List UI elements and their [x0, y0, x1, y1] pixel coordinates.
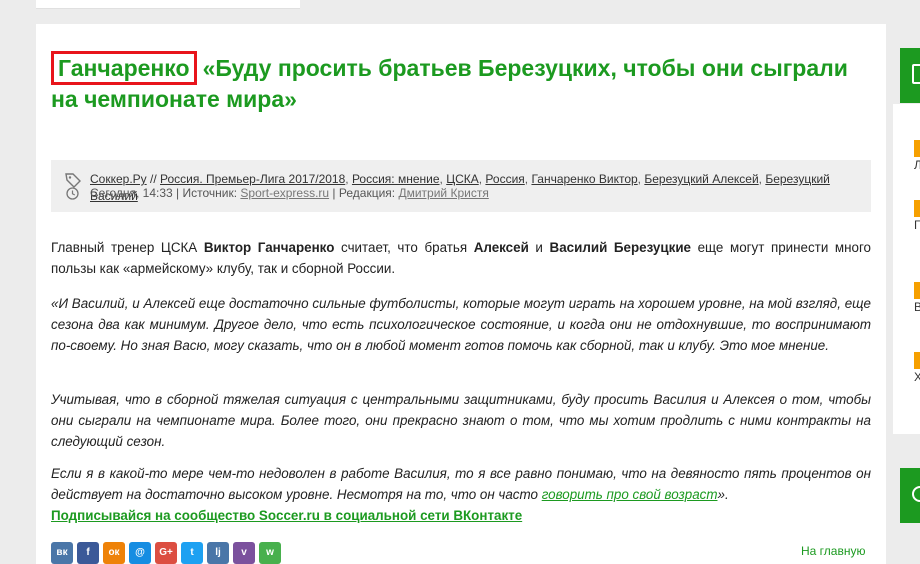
news-text: Г [914, 218, 920, 232]
odnoklassniki-icon[interactable]: ок [103, 542, 125, 564]
google-plus-icon[interactable]: G+ [155, 542, 177, 564]
share-bar: вк f ок @ G+ t lj v w [51, 542, 285, 564]
circle-icon [912, 486, 920, 502]
vk-subscribe-link[interactable]: Подписывайся на сообщество Soccer.ru в с… [51, 505, 522, 526]
text-span: Если я в какой-то мере чем-то недоволен … [51, 466, 871, 502]
vk-icon[interactable]: вк [51, 542, 73, 564]
paragraph-intro: Главный тренер ЦСКА Виктор Ганчаренко сч… [51, 237, 871, 279]
sidebar-widget-top[interactable] [900, 48, 920, 103]
news-text: Х [914, 370, 920, 384]
whatsapp-icon[interactable]: w [259, 542, 281, 564]
sidebar-news: Л Г В Х [893, 104, 920, 434]
sidebar-widget-bottom[interactable] [900, 468, 920, 523]
bold-name: Виктор Ганчаренко [203, 240, 335, 255]
age-link[interactable]: говорить про свой возраст [542, 487, 718, 502]
twitter-icon[interactable]: t [181, 542, 203, 564]
text-span: считает, что братья [334, 240, 474, 255]
paragraph-quote-3: Если я в какой-то мере чем-то недоволен … [51, 463, 871, 505]
top-box [36, 0, 300, 9]
news-text: Л [914, 158, 920, 172]
news-marker [914, 140, 920, 157]
article-info-row: Сегодня, 14:33 | Источник: Sport-express… [90, 186, 489, 200]
sidebar-news-item[interactable]: Л [914, 140, 920, 174]
bold-name: Алексей [473, 240, 529, 255]
paragraph-quote-2: Учитывая, что в сборной тяжелая ситуация… [51, 392, 871, 449]
paragraph-quote-1: «И Василий, и Алексей еще достаточно сил… [51, 296, 871, 353]
text-span: ». [717, 487, 729, 502]
news-marker [914, 282, 920, 299]
facebook-icon[interactable]: f [77, 542, 99, 564]
article-info: Сегодня, 14:33 | Источник: Sport-express… [51, 180, 871, 204]
sidebar-news-item[interactable]: В [914, 282, 920, 316]
title-name-highlight: Ганчаренко [51, 51, 197, 85]
source-link[interactable]: Sport-express.ru [240, 186, 329, 200]
editor-label: Редакция: [338, 186, 396, 200]
news-marker [914, 200, 920, 217]
sidebar-news-item[interactable]: Г [914, 200, 920, 234]
bold-name: Василий Березуцкие [549, 240, 691, 255]
home-link[interactable]: На главную [801, 544, 865, 558]
source-label: Источник: [182, 186, 238, 200]
phone-icon [912, 64, 920, 84]
editor-link[interactable]: Дмитрий Кристя [398, 186, 488, 200]
news-marker [914, 352, 920, 369]
viber-icon[interactable]: v [233, 542, 255, 564]
article: Ганчаренко «Буду просить братьев Березуцк… [36, 24, 886, 564]
livejournal-icon[interactable]: lj [207, 542, 229, 564]
moimir-icon[interactable]: @ [129, 542, 151, 564]
article-title: Ганчаренко «Буду просить братьев Березуцк… [51, 51, 861, 113]
text-span: и [528, 240, 550, 255]
text-span: Главный тренер ЦСКА [51, 240, 204, 255]
publish-date: Сегодня, 14:33 [90, 186, 173, 200]
sidebar-news-item[interactable]: Х [914, 352, 920, 386]
news-text: В [914, 300, 920, 314]
